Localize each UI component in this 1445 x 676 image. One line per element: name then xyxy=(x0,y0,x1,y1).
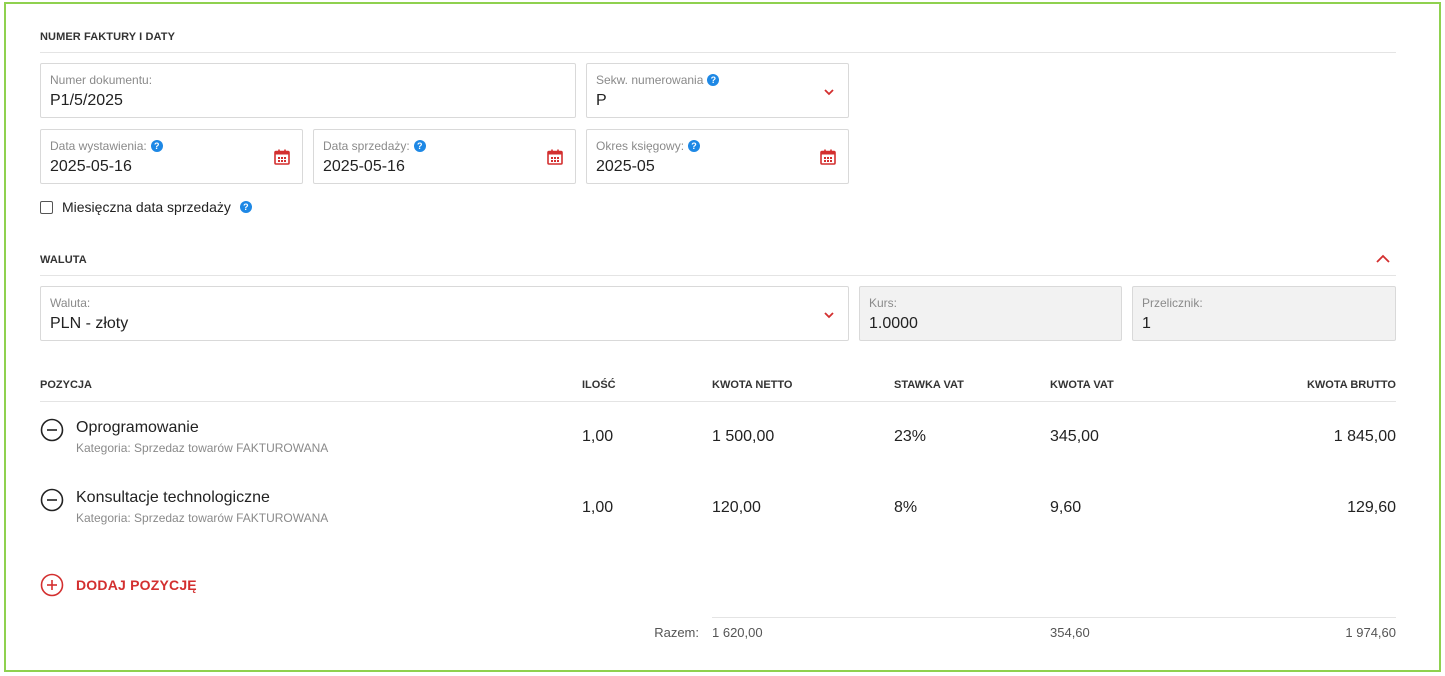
totals-label: Razem: xyxy=(654,625,699,640)
period-field[interactable]: Okres księgowy:? 2025-05 xyxy=(586,129,849,184)
table-row: Oprogramowanie Kategoria: Sprzedaz towar… xyxy=(40,418,1396,458)
row-name[interactable]: Oprogramowanie xyxy=(76,419,199,437)
rate-label: Kurs: xyxy=(869,296,898,310)
totals-divider xyxy=(712,617,1396,618)
row-category: Kategoria: Sprzedaz towarów FAKTUROWANA xyxy=(76,511,329,525)
totals-net: 1 620,00 xyxy=(712,625,763,640)
sequence-value: P xyxy=(596,92,607,109)
issue-date-label: Data wystawienia: xyxy=(50,139,147,153)
converter-label: Przelicznik: xyxy=(1142,296,1203,310)
currency-value: PLN - złoty xyxy=(50,315,129,332)
add-position-button[interactable]: DODAJ POZYCJĘ xyxy=(40,573,197,597)
row-gross: 129,60 xyxy=(1347,499,1396,516)
row-category: Kategoria: Sprzedaz towarów FAKTUROWANA xyxy=(76,441,329,455)
chevron-up-icon[interactable] xyxy=(1374,250,1392,268)
row-vat: 9,60 xyxy=(1050,499,1082,516)
monthly-sale-date-label: Miesięczna data sprzedaży xyxy=(62,199,231,215)
help-icon[interactable]: ? xyxy=(688,140,701,152)
monthly-sale-date-checkbox[interactable] xyxy=(40,200,53,214)
monthly-sale-date-option: Miesięczna data sprzedaży ? xyxy=(40,199,252,215)
row-net: 1 500,00 xyxy=(712,428,775,445)
calendar-icon[interactable] xyxy=(273,148,291,166)
help-icon[interactable]: ? xyxy=(150,140,163,152)
doc-number-field[interactable]: Numer dokumentu: P1/5/2025 xyxy=(40,63,576,118)
header-vat: KWOTA VAT xyxy=(1050,379,1114,391)
totals-vat: 354,60 xyxy=(1050,625,1090,640)
period-label: Okres księgowy: xyxy=(596,139,685,153)
section-divider xyxy=(40,52,1396,53)
sequence-label: Sekw. numerowania xyxy=(596,73,704,87)
row-gross: 1 845,00 xyxy=(1333,428,1396,445)
section-title-invoice: NUMER FAKTURY I DATY xyxy=(40,31,176,43)
header-qty: ILOŚĆ xyxy=(582,379,616,391)
section-divider xyxy=(40,275,1396,276)
remove-circle-icon[interactable] xyxy=(40,488,64,512)
header-vat-rate: STAWKA VAT xyxy=(894,379,964,391)
row-vat-rate: 23% xyxy=(894,428,927,445)
table-row: Konsultacje technologiczne Kategoria: Sp… xyxy=(40,488,1396,528)
header-gross: KWOTA BRUTTO xyxy=(1306,379,1396,391)
issue-date-value: 2025-05-16 xyxy=(50,158,132,175)
period-value: 2025-05 xyxy=(596,158,655,175)
issue-date-field[interactable]: Data wystawienia:? 2025-05-16 xyxy=(40,129,303,184)
rate-field: Kurs: 1.0000 xyxy=(859,286,1122,341)
row-qty: 1,00 xyxy=(582,428,614,445)
help-icon[interactable]: ? xyxy=(239,201,252,213)
add-position-label: DODAJ POZYCJĘ xyxy=(76,577,197,593)
sale-date-label: Data sprzedaży: xyxy=(323,139,410,153)
table-header-divider xyxy=(40,401,1396,402)
help-icon[interactable]: ? xyxy=(707,74,720,86)
help-icon[interactable]: ? xyxy=(413,140,426,152)
add-circle-icon xyxy=(40,573,64,597)
sequence-select[interactable]: Sekw. numerowania? P xyxy=(586,63,849,118)
row-name[interactable]: Konsultacje technologiczne xyxy=(76,489,270,507)
doc-number-value: P1/5/2025 xyxy=(50,92,123,109)
sale-date-field[interactable]: Data sprzedaży:? 2025-05-16 xyxy=(313,129,576,184)
remove-circle-icon[interactable] xyxy=(40,418,64,442)
doc-number-label: Numer dokumentu: xyxy=(50,73,153,87)
converter-field: Przelicznik: 1 xyxy=(1132,286,1396,341)
converter-value: 1 xyxy=(1142,315,1151,332)
row-net: 120,00 xyxy=(712,499,761,516)
row-vat: 345,00 xyxy=(1050,428,1099,445)
currency-select[interactable]: Waluta: PLN - złoty xyxy=(40,286,849,341)
header-net: KWOTA NETTO xyxy=(712,379,793,391)
totals-gross: 1 974,60 xyxy=(1345,625,1396,640)
section-title-currency: WALUTA xyxy=(40,254,87,266)
calendar-icon[interactable] xyxy=(819,148,837,166)
row-vat-rate: 8% xyxy=(894,499,918,516)
row-qty: 1,00 xyxy=(582,499,614,516)
chevron-down-icon[interactable] xyxy=(821,307,837,323)
calendar-icon[interactable] xyxy=(546,148,564,166)
rate-value: 1.0000 xyxy=(869,315,918,332)
sale-date-value: 2025-05-16 xyxy=(323,158,405,175)
chevron-down-icon[interactable] xyxy=(821,84,837,100)
header-position: POZYCJA xyxy=(40,379,92,391)
currency-label: Waluta: xyxy=(50,296,91,310)
